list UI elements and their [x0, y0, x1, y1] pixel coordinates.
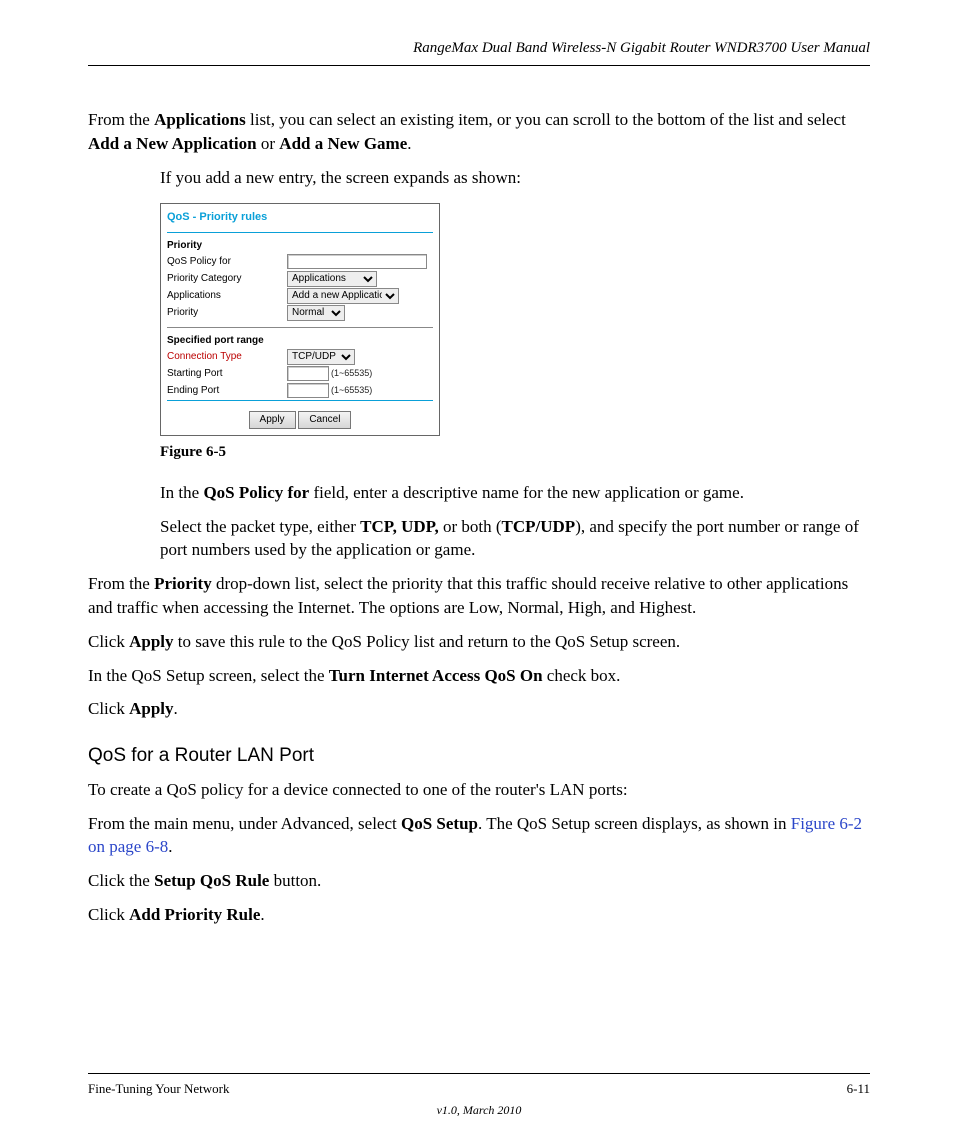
step-8-b1: Apply [129, 699, 173, 718]
qos-end-label: Ending Port [167, 384, 287, 398]
qos-priority-label: Priority [167, 306, 287, 320]
footer-right: 6-11 [847, 1080, 870, 1098]
step-d-t1: Select the packet type, either [160, 517, 360, 536]
step-6-t1: Click [88, 632, 129, 651]
step-c-t2: field, enter a descriptive name for the … [309, 483, 744, 502]
step-b-bold3: Add a New Game [279, 134, 407, 153]
step-d-b1: TCP, UDP, [360, 517, 439, 536]
step-5: From the Priority drop-down list, select… [88, 572, 870, 620]
qos-conn-select[interactable]: TCP/UDP [287, 349, 355, 365]
lan-intro: To create a QoS policy for a device conn… [88, 778, 870, 802]
qos-applications-select[interactable]: Add a new Application [287, 288, 399, 304]
lan-step-1-t3: . [168, 837, 172, 856]
lan-step-3: Click Add Priority Rule. [88, 903, 870, 927]
step-5-t1: From the [88, 574, 154, 593]
step-c-t1: In the [160, 483, 203, 502]
qos-port-section: Specified port range [167, 334, 433, 348]
step-b: From the Applications list, you can sele… [88, 108, 870, 156]
lan-step-1-t2: . The QoS Setup screen displays, as show… [478, 814, 791, 833]
qos-sep [167, 232, 433, 233]
header-manual-title: RangeMax Dual Band Wireless-N Gigabit Ro… [88, 38, 870, 65]
step-6: Click Apply to save this rule to the QoS… [88, 630, 870, 654]
qos-conn-label: Connection Type [167, 350, 287, 364]
lan-step-2: Click the Setup QoS Rule button. [88, 869, 870, 893]
qos-sep2 [167, 327, 433, 328]
step-b-bold2: Add a New Application [88, 134, 257, 153]
step-d-b2: TCP/UDP [502, 517, 576, 536]
figure-caption: Figure 6-5 [160, 442, 870, 463]
lan-step-3-b1: Add Priority Rule [129, 905, 260, 924]
footer-version: v1.0, March 2010 [88, 1098, 870, 1119]
page-footer: Fine-Tuning Your Network 6-11 v1.0, Marc… [88, 1073, 870, 1119]
footer-left: Fine-Tuning Your Network [88, 1080, 229, 1098]
step-b-text2: list, you can select an existing item, o… [246, 110, 846, 129]
step-6-t2: to save this rule to the QoS Policy list… [174, 632, 681, 651]
lan-step-1: From the main menu, under Advanced, sele… [88, 812, 870, 860]
lan-step-1-b1: QoS Setup [401, 814, 478, 833]
lan-step-3-t1: Click [88, 905, 129, 924]
step-5-b1: Priority [154, 574, 212, 593]
step-7-b1: Turn Internet Access QoS On [329, 666, 543, 685]
step-6-b1: Apply [129, 632, 173, 651]
qos-end-hint: (1~65535) [331, 385, 372, 395]
lan-step-3-t2: . [260, 905, 264, 924]
step-b-text3: or [257, 134, 280, 153]
qos-cancel-button[interactable]: Cancel [298, 411, 351, 429]
step-b-text4: . [407, 134, 411, 153]
qos-apply-button[interactable]: Apply [249, 411, 296, 429]
step-8-t2: . [174, 699, 178, 718]
step-8-t1: Click [88, 699, 129, 718]
qos-policy-for-label: QoS Policy for [167, 255, 287, 269]
qos-applications-label: Applications [167, 289, 287, 303]
qos-priority-select[interactable]: Normal [287, 305, 345, 321]
lan-step-1-t1: From the main menu, under Advanced, sele… [88, 814, 401, 833]
step-8: Click Apply. [88, 697, 870, 721]
step-7: In the QoS Setup screen, select the Turn… [88, 664, 870, 688]
lan-step-2-b1: Setup QoS Rule [154, 871, 274, 890]
qos-start-hint: (1~65535) [331, 368, 372, 378]
step-d: Select the packet type, either TCP, UDP,… [160, 515, 870, 563]
qos-category-label: Priority Category [167, 272, 287, 286]
qos-panel-title: QoS - Priority rules [167, 208, 433, 231]
step-b-text1: From the [88, 110, 154, 129]
step-b-bold1: Applications [154, 110, 246, 129]
qos-end-input[interactable] [287, 383, 329, 398]
qos-priority-section: Priority [167, 239, 433, 253]
qos-policy-for-input[interactable] [287, 254, 427, 269]
step-7-t2: check box. [543, 666, 621, 685]
lan-step-2-t1: Click the [88, 871, 154, 890]
step-c: In the QoS Policy for field, enter a des… [160, 481, 870, 505]
lan-step-2-t2: button. [274, 871, 322, 890]
qos-priority-rules-panel: QoS - Priority rules Priority QoS Policy… [160, 203, 870, 435]
qos-start-input[interactable] [287, 366, 329, 381]
qos-start-label: Starting Port [167, 367, 287, 381]
step-d-t2: or both ( [439, 517, 502, 536]
section-heading-qos-lan-port: QoS for a Router LAN Port [88, 743, 870, 770]
qos-category-select[interactable]: Applications [287, 271, 377, 287]
step-7-t1: In the QoS Setup screen, select the [88, 666, 329, 685]
qos-sep3 [167, 400, 433, 401]
expand-note: If you add a new entry, the screen expan… [160, 166, 870, 190]
step-c-b1: QoS Policy for [203, 483, 309, 502]
